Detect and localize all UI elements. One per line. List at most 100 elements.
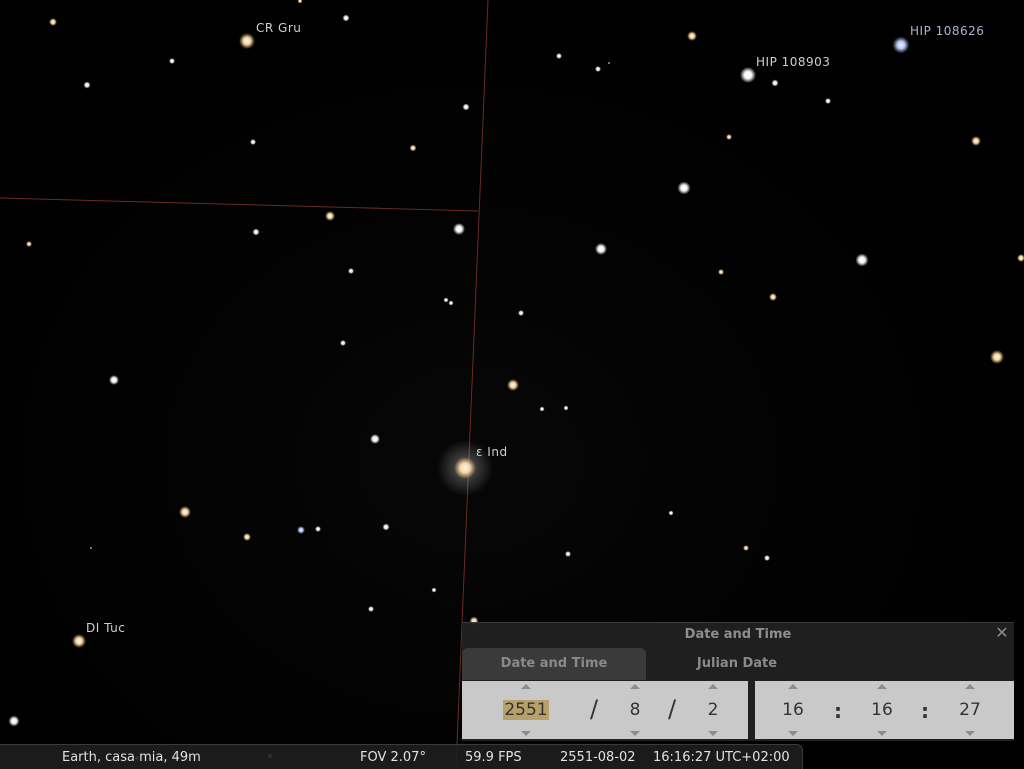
label-hip-108903[interactable]: HIP 108903 — [756, 55, 830, 69]
star — [253, 229, 260, 236]
year-value[interactable]: 2551 — [496, 700, 556, 720]
star-di-tuc — [72, 634, 86, 648]
star — [90, 547, 92, 549]
minute-spinbox[interactable]: 16 — [864, 681, 900, 739]
location-readout[interactable]: Earth, casa mia, 49m — [62, 750, 201, 765]
star — [565, 551, 571, 557]
star-eps-ind — [454, 457, 476, 479]
month-spinbox[interactable]: 8 — [620, 681, 650, 739]
date-readout[interactable]: 2551-08-02 — [560, 750, 636, 765]
dialog-title[interactable]: Date and Time — [462, 627, 1014, 642]
star — [368, 606, 374, 612]
year-increment-icon[interactable] — [521, 684, 531, 689]
day-increment-icon[interactable] — [708, 684, 718, 689]
date-separator: / — [668, 695, 676, 723]
day-spinbox[interactable]: 2 — [698, 681, 728, 739]
star — [518, 310, 524, 316]
star — [726, 134, 732, 140]
star — [348, 268, 354, 274]
fov-readout: FOV 2.07° — [360, 750, 426, 765]
star-hip-108903 — [740, 67, 756, 83]
label-eps-ind[interactable]: ε Ind — [476, 445, 508, 459]
day-value[interactable]: 2 — [698, 700, 728, 720]
status-bar: Earth, casa mia, 49m FOV 2.07° 59.9 FPS … — [0, 744, 803, 769]
star-cr-gru — [239, 33, 255, 49]
star — [1017, 254, 1024, 262]
month-increment-icon[interactable] — [630, 684, 640, 689]
tab-julian-date[interactable]: Julian Date — [652, 648, 822, 680]
year-decrement-icon[interactable] — [521, 731, 531, 736]
time-separator: : — [834, 699, 842, 723]
second-spinbox[interactable]: 27 — [952, 681, 988, 739]
star — [315, 526, 321, 532]
month-value[interactable]: 8 — [620, 700, 650, 720]
star — [540, 407, 545, 412]
star — [49, 18, 57, 26]
star — [325, 211, 335, 221]
star-hip-108626 — [893, 37, 910, 54]
star — [250, 139, 256, 145]
star — [764, 555, 770, 561]
time-readout[interactable]: 16:16:27 UTC+02:00 — [653, 750, 790, 765]
label-di-tuc[interactable]: DI Tuc — [86, 621, 125, 635]
star — [179, 506, 191, 518]
month-decrement-icon[interactable] — [630, 731, 640, 736]
star — [297, 526, 305, 534]
star — [507, 379, 519, 391]
date-spinbox-group: 2551 / 8 / 2 — [462, 681, 748, 739]
star — [669, 511, 674, 516]
second-increment-icon[interactable] — [965, 684, 975, 689]
hour-increment-icon[interactable] — [788, 684, 798, 689]
star — [990, 350, 1004, 364]
fps-readout: 59.9 FPS — [465, 750, 522, 765]
star — [444, 298, 449, 303]
star — [410, 145, 417, 152]
star — [595, 243, 607, 255]
star — [343, 15, 350, 22]
star — [109, 375, 119, 385]
star — [678, 182, 691, 195]
star — [687, 31, 697, 41]
second-decrement-icon[interactable] — [965, 731, 975, 736]
star — [856, 254, 869, 267]
time-separator: : — [921, 699, 929, 723]
star — [743, 545, 749, 551]
day-decrement-icon[interactable] — [708, 731, 718, 736]
star — [453, 223, 465, 235]
label-hip-108626[interactable]: HIP 108626 — [910, 24, 984, 38]
star — [825, 98, 831, 104]
star — [564, 406, 569, 411]
minute-increment-icon[interactable] — [877, 684, 887, 689]
star — [84, 82, 91, 89]
hour-value[interactable]: 16 — [775, 700, 811, 720]
star — [595, 66, 601, 72]
star — [370, 434, 380, 444]
tab-date-and-time[interactable]: Date and Time — [462, 648, 646, 680]
hour-spinbox[interactable]: 16 — [775, 681, 811, 739]
star — [772, 80, 779, 87]
star — [463, 104, 470, 111]
date-time-dialog: Date and Time ✕ Date and Time Julian Dat… — [462, 622, 1014, 741]
minute-decrement-icon[interactable] — [877, 731, 887, 736]
hour-decrement-icon[interactable] — [788, 731, 798, 736]
star — [449, 301, 454, 306]
year-spinbox[interactable]: 2551 — [496, 681, 556, 739]
boundary-line — [0, 198, 478, 211]
star — [9, 716, 20, 727]
star — [169, 58, 175, 64]
star — [243, 533, 251, 541]
star — [769, 293, 777, 301]
star — [383, 524, 390, 531]
star — [971, 136, 981, 146]
close-icon[interactable]: ✕ — [994, 625, 1010, 641]
star — [26, 241, 32, 247]
star — [608, 62, 610, 64]
minute-value[interactable]: 16 — [864, 700, 900, 720]
star — [556, 53, 562, 59]
constellation-boundaries — [0, 0, 488, 768]
time-spinbox-group: 16 : 16 : 27 — [755, 681, 1014, 739]
second-value[interactable]: 27 — [952, 700, 988, 720]
star — [298, 0, 303, 4]
star — [718, 269, 724, 275]
label-cr-gru[interactable]: CR Gru — [256, 21, 301, 35]
